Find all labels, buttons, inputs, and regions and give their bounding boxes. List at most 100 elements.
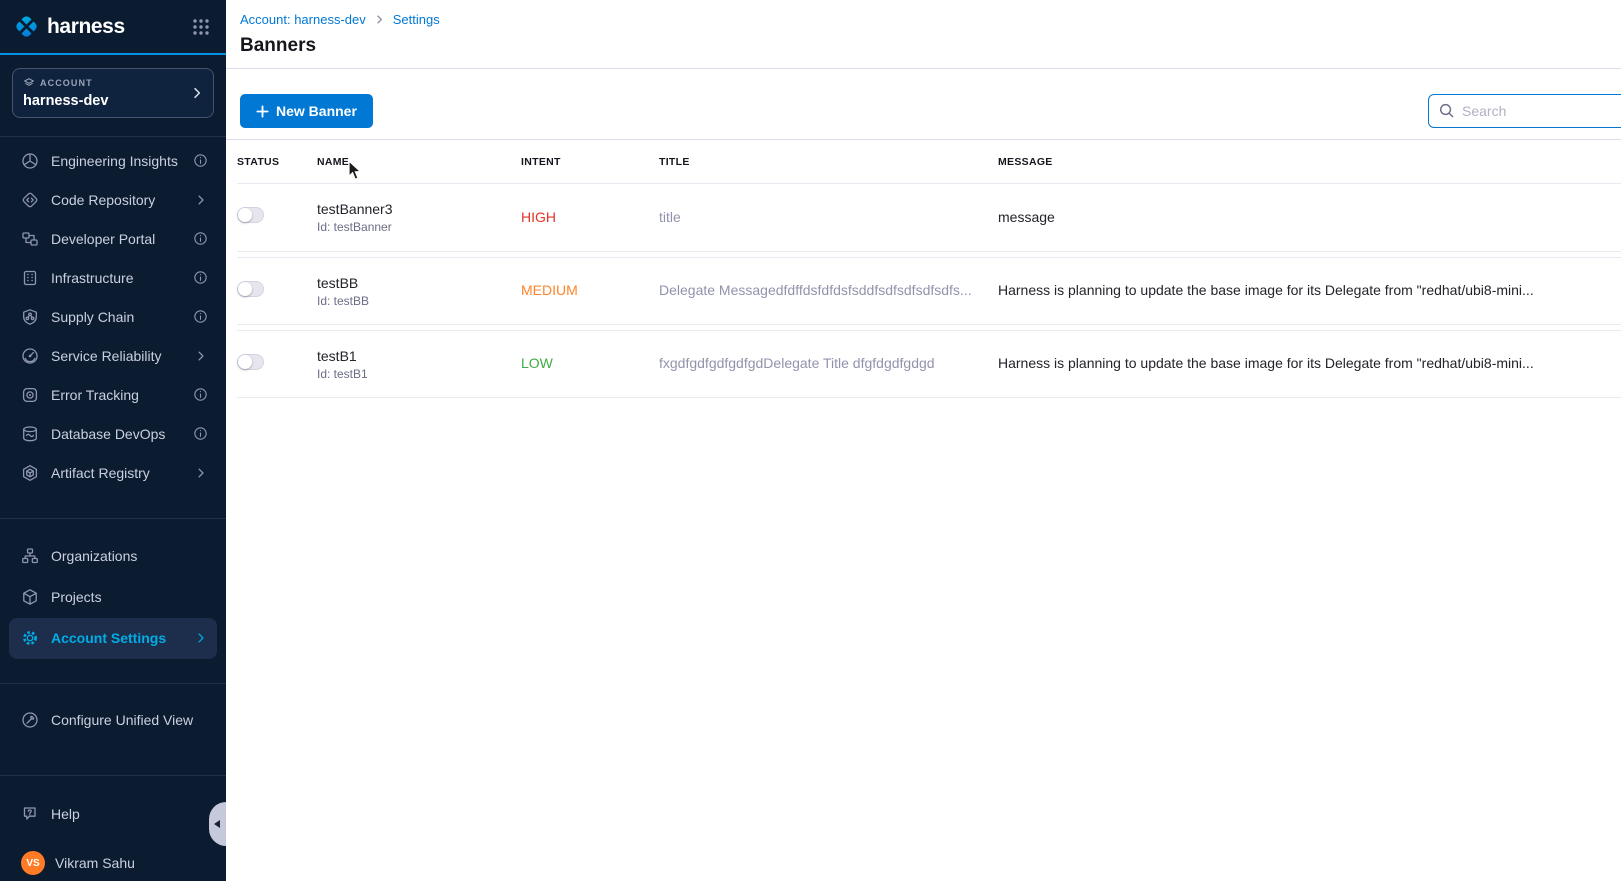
info-icon[interactable]	[193, 153, 208, 168]
sidebar-item-label: Supply Chain	[51, 309, 134, 325]
layers-icon	[23, 77, 35, 89]
breadcrumb-settings-link[interactable]: Settings	[393, 12, 440, 27]
info-icon[interactable]	[193, 270, 208, 285]
table-header-row: STATUS NAME INTENT TITLE MESSAGE	[237, 140, 1621, 184]
sidebar-divider	[0, 518, 226, 519]
sidebar-item-help[interactable]: Help	[9, 795, 217, 834]
code-repository-icon	[21, 191, 40, 209]
sidebar-item-infrastructure[interactable]: Infrastructure	[9, 258, 217, 297]
breadcrumb-account-link[interactable]: Account: harness-dev	[240, 12, 366, 27]
banner-message: Harness is planning to update the base i…	[998, 355, 1534, 371]
column-header-status: STATUS	[237, 156, 317, 168]
new-banner-label: New Banner	[276, 103, 357, 119]
collapse-left-icon	[214, 820, 220, 828]
harness-logo[interactable]: harness	[13, 13, 125, 40]
sidebar-item-artifact-registry[interactable]: Artifact Registry	[9, 453, 217, 492]
toggle-knob	[238, 282, 252, 296]
sidebar-item-service-reliability[interactable]: Service Reliability	[9, 336, 217, 375]
sidebar-divider	[0, 775, 226, 776]
sidebar-item-label: Developer Portal	[51, 231, 155, 247]
user-menu[interactable]: VS Vikram Sahu	[9, 846, 217, 881]
sidebar-item-organizations[interactable]: Organizations	[9, 536, 217, 577]
wrench-circle-icon	[21, 711, 40, 729]
table-row[interactable]: testBanner3 Id: testBanner HIGH title me…	[237, 184, 1621, 252]
module-grid-icon[interactable]	[192, 18, 210, 36]
new-banner-button[interactable]: New Banner	[240, 94, 373, 128]
toggle-knob	[238, 208, 252, 222]
sidebar-item-label: Account Settings	[51, 630, 166, 646]
sidebar-general: Organizations Projects Account Settings	[0, 536, 226, 659]
info-icon[interactable]	[193, 387, 208, 402]
avatar: VS	[21, 851, 45, 875]
projects-icon	[21, 588, 40, 606]
sidebar: harness ACCOUNT harness-dev Engineer	[0, 0, 226, 881]
account-switcher[interactable]: ACCOUNT harness-dev	[12, 68, 214, 118]
breadcrumb-separator-icon	[374, 14, 385, 25]
column-header-message: MESSAGE	[998, 156, 1621, 168]
status-toggle[interactable]	[237, 207, 264, 223]
sidebar-item-label: Database DevOps	[51, 426, 165, 442]
service-reliability-icon	[21, 347, 40, 365]
chevron-right-icon	[194, 466, 208, 480]
sidebar-item-label: Error Tracking	[51, 387, 139, 403]
plus-icon	[256, 105, 269, 118]
sidebar-item-configure-unified-view[interactable]: Configure Unified View	[9, 701, 217, 740]
search-box	[1428, 94, 1621, 128]
search-icon	[1438, 102, 1455, 119]
intent-badge: LOW	[521, 355, 553, 371]
page-title: Banners	[240, 35, 1597, 68]
intent-badge: HIGH	[521, 209, 556, 225]
banner-id: Id: testBanner	[317, 220, 521, 234]
chevron-right-icon	[190, 86, 204, 100]
banner-id: Id: testBB	[317, 294, 521, 308]
search-input[interactable]	[1428, 94, 1621, 128]
sidebar-item-account-settings[interactable]: Account Settings	[9, 618, 217, 659]
main-content: Account: harness-dev Settings Banners Ne…	[226, 0, 1621, 881]
user-name: Vikram Sahu	[55, 855, 135, 871]
info-icon[interactable]	[193, 426, 208, 441]
toggle-knob	[238, 355, 252, 369]
column-header-intent: INTENT	[521, 156, 659, 168]
sidebar-item-label: Configure Unified View	[51, 712, 193, 728]
banner-message: Harness is planning to update the base i…	[998, 282, 1534, 298]
sidebar-item-engineering-insights[interactable]: Engineering Insights	[9, 141, 217, 180]
banner-title: fxgdfgdfgdfgdfgdDelegate Title dfgfdgdfg…	[659, 355, 935, 371]
sidebar-item-projects[interactable]: Projects	[9, 577, 217, 618]
sidebar-item-supply-chain[interactable]: Supply Chain	[9, 297, 217, 336]
error-tracking-icon	[21, 386, 40, 404]
infrastructure-icon	[21, 269, 40, 287]
sidebar-configure: Configure Unified View	[0, 701, 226, 740]
sidebar-item-database-devops[interactable]: Database DevOps	[9, 414, 217, 453]
info-icon[interactable]	[193, 231, 208, 246]
sidebar-item-code-repository[interactable]: Code Repository	[9, 180, 217, 219]
sidebar-item-label: Projects	[51, 589, 102, 605]
sidebar-item-developer-portal[interactable]: Developer Portal	[9, 219, 217, 258]
sidebar-item-label: Organizations	[51, 548, 137, 564]
sidebar-collapse-handle[interactable]	[209, 802, 226, 846]
status-toggle[interactable]	[237, 354, 264, 370]
banner-title: title	[659, 209, 681, 225]
banner-name: testB1	[317, 348, 521, 364]
sidebar-item-label: Service Reliability	[51, 348, 161, 364]
status-toggle[interactable]	[237, 281, 264, 297]
banner-message: message	[998, 209, 1055, 225]
sidebar-header: harness	[0, 0, 226, 55]
banner-name: testBanner3	[317, 201, 521, 217]
table-row[interactable]: testB1 Id: testB1 LOW fxgdfgdfgdfgdfgdDe…	[237, 330, 1621, 398]
account-name: harness-dev	[23, 93, 203, 109]
info-icon[interactable]	[193, 309, 208, 324]
chevron-right-icon	[194, 349, 208, 363]
banners-table: STATUS NAME INTENT TITLE MESSAGE testBan…	[226, 140, 1621, 398]
sidebar-item-label: Engineering Insights	[51, 153, 178, 169]
sidebar-item-label: Infrastructure	[51, 270, 133, 286]
page-header: Account: harness-dev Settings Banners	[226, 0, 1621, 69]
banner-id: Id: testB1	[317, 367, 521, 381]
intent-badge: MEDIUM	[521, 282, 578, 298]
chevron-right-icon	[194, 193, 208, 207]
artifact-registry-icon	[21, 464, 40, 482]
brand-name: harness	[47, 15, 125, 39]
sidebar-modules: Engineering Insights Code Repository Dev…	[0, 136, 226, 492]
account-label: ACCOUNT	[40, 78, 93, 88]
sidebar-item-error-tracking[interactable]: Error Tracking	[9, 375, 217, 414]
table-row[interactable]: testBB Id: testBB MEDIUM Delegate Messag…	[237, 257, 1621, 325]
